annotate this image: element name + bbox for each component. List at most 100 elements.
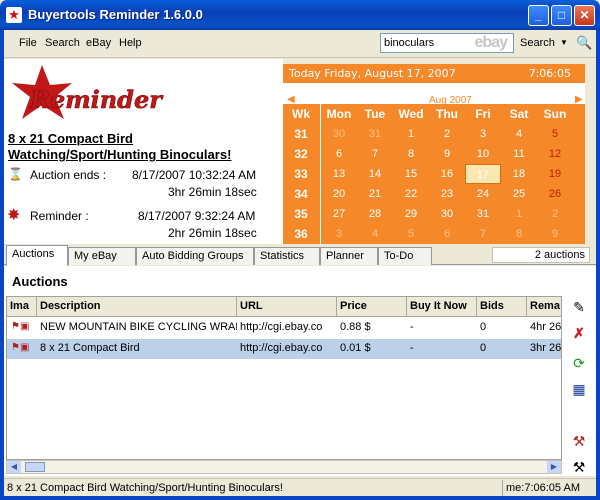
search-value: binoculars xyxy=(384,37,435,49)
menu-file[interactable]: File xyxy=(19,37,37,49)
tab-auctions[interactable]: Auctions xyxy=(6,245,68,266)
calendar-day[interactable]: 27 xyxy=(321,204,357,224)
calendar-day[interactable]: 3 xyxy=(465,124,501,144)
calendar-day[interactable]: 11 xyxy=(501,144,537,164)
horizontal-scrollbar[interactable]: ◀ ▶ xyxy=(6,460,562,474)
calendar-day[interactable]: 13 xyxy=(321,164,357,184)
calendar-day[interactable]: 22 xyxy=(393,184,429,204)
calendar-day[interactable]: 1 xyxy=(501,204,537,224)
column-header-price[interactable]: Price xyxy=(337,297,407,317)
calendar-day[interactable]: 31 xyxy=(465,204,501,224)
status-time: me:7:06:05 AM xyxy=(506,482,580,494)
calendar-day[interactable]: 2 xyxy=(429,124,465,144)
calendar-day[interactable]: 15 xyxy=(393,164,429,184)
calendar-day[interactable]: 9 xyxy=(537,224,573,244)
item-info-panel: Reminder 8 x 21 Compact Bird Watching/Sp… xyxy=(4,59,283,244)
calendar-day[interactable]: 6 xyxy=(429,224,465,244)
search-input[interactable]: binoculars ebay xyxy=(380,33,514,53)
tab-planner[interactable]: Planner xyxy=(320,247,378,265)
calendar-day[interactable]: 4 xyxy=(501,124,537,144)
calendar-day-today[interactable]: 17 xyxy=(465,164,501,184)
tab-to-do[interactable]: To-Do xyxy=(378,247,432,265)
close-button[interactable]: ✕ xyxy=(574,5,595,26)
calendar-day[interactable]: 28 xyxy=(357,204,393,224)
column-header-bids[interactable]: Bids xyxy=(477,297,527,317)
refresh-auction-icon[interactable]: ⟳ xyxy=(567,352,591,374)
cell-bids: 0 xyxy=(480,321,487,333)
calendar-day[interactable]: 9 xyxy=(429,144,465,164)
minimize-button[interactable]: _ xyxy=(528,5,549,26)
calendar-day[interactable]: 24 xyxy=(465,184,501,204)
chevron-down-icon[interactable]: ▼ xyxy=(560,38,568,47)
calendar-today-text[interactable]: Today Friday, August 17, 2007 xyxy=(289,67,456,80)
calendar-day[interactable]: 4 xyxy=(357,224,393,244)
menu-help[interactable]: Help xyxy=(119,37,142,49)
calendar-day[interactable]: 1 xyxy=(393,124,429,144)
calendar-day[interactable]: 6 xyxy=(321,144,357,164)
calendar-day[interactable]: 25 xyxy=(501,184,537,204)
calendar-weekday-header: Mon xyxy=(326,107,352,121)
calendar-day[interactable]: 19 xyxy=(537,164,573,184)
reminder-logo: Reminder xyxy=(12,65,165,119)
calendar-day[interactable]: 26 xyxy=(537,184,573,204)
calendar-day[interactable]: 5 xyxy=(393,224,429,244)
calendar-day[interactable]: 10 xyxy=(465,144,501,164)
cell-url[interactable]: http://cgi.ebay.co xyxy=(237,339,337,359)
calendar-day[interactable]: 7 xyxy=(357,144,393,164)
column-header-description[interactable]: Description xyxy=(37,297,237,317)
scroll-right-icon[interactable]: ▶ xyxy=(547,461,561,473)
calendar-day[interactable]: 31 xyxy=(357,124,393,144)
calendar-week-number: 35 xyxy=(294,207,308,221)
calendar-day[interactable]: 7 xyxy=(465,224,501,244)
calendar-day[interactable]: 20 xyxy=(321,184,357,204)
item-title-link[interactable]: 8 x 21 Compact Bird Watching/Sport/Hunti… xyxy=(8,131,278,163)
maximize-button[interactable]: □ xyxy=(551,5,572,26)
calendar-clock: 7:06:05 xyxy=(528,67,571,80)
cell-price: 0.88 $ xyxy=(340,321,371,333)
calendar-day[interactable]: 8 xyxy=(393,144,429,164)
tab-auto-bidding-groups[interactable]: Auto Bidding Groups xyxy=(136,247,254,265)
snipe-hammer-icon[interactable]: ⚒ xyxy=(567,456,591,478)
calendar-day[interactable]: 8 xyxy=(501,224,537,244)
title-bar[interactable]: ★ Buyertools Reminder 1.6.0.0 _ □ ✕ xyxy=(0,0,600,30)
calendar-day[interactable]: 18 xyxy=(501,164,537,184)
calendar-day[interactable]: 30 xyxy=(321,124,357,144)
column-header-buy-it-now[interactable]: Buy It Now xyxy=(407,297,477,317)
calendar-day[interactable]: 16 xyxy=(429,164,465,184)
edit-auction-icon[interactable]: ✎ xyxy=(567,296,591,318)
tab-statistics[interactable]: Statistics xyxy=(254,247,320,265)
status-bar: 8 x 21 Compact Bird Watching/Sport/Hunti… xyxy=(4,478,596,496)
calendar-day[interactable]: 29 xyxy=(393,204,429,224)
calendar-weekday-header: Wed xyxy=(398,107,424,121)
column-header-remaining[interactable]: Rema xyxy=(527,297,561,317)
cell-url[interactable]: http://cgi.ebay.co xyxy=(237,318,337,338)
calendar-week-number: 36 xyxy=(294,227,308,241)
calendar-day[interactable]: 3 xyxy=(321,224,357,244)
delete-auction-icon[interactable]: ✗ xyxy=(567,322,591,344)
tab-my-ebay[interactable]: My eBay xyxy=(68,247,136,265)
menu-ebay[interactable]: eBay xyxy=(86,37,111,49)
scroll-thumb[interactable] xyxy=(25,462,45,472)
calendar-day[interactable]: 2 xyxy=(537,204,573,224)
calendar-day[interactable]: 14 xyxy=(357,164,393,184)
scroll-left-icon[interactable]: ◀ xyxy=(7,461,21,473)
search-icon[interactable]: 🔍 xyxy=(576,35,592,51)
bid-hammer-icon[interactable]: ⚒ xyxy=(567,430,591,452)
calendar-weekday-header: Thu xyxy=(436,107,458,121)
table-row[interactable]: ⚑▣ NEW MOUNTAIN BIKE CYCLING WRAP http:/… xyxy=(7,318,561,338)
calendar-weekday-header: Tue xyxy=(364,107,386,121)
column-header-image[interactable]: Ima xyxy=(7,297,37,317)
sort-auctions-icon[interactable]: ▦ xyxy=(567,378,591,400)
search-scope-dropdown[interactable]: Search xyxy=(520,37,555,49)
cell-description: 8 x 21 Compact Bird xyxy=(40,342,140,354)
calendar-day[interactable]: 23 xyxy=(429,184,465,204)
window-title: Buyertools Reminder 1.6.0.0 xyxy=(28,7,203,22)
calendar-day[interactable]: 5 xyxy=(537,124,573,144)
menu-search[interactable]: Search xyxy=(45,37,80,49)
calendar-day[interactable]: 21 xyxy=(357,184,393,204)
calendar-day[interactable]: 30 xyxy=(429,204,465,224)
column-header-url[interactable]: URL xyxy=(237,297,337,317)
calendar-day[interactable]: 12 xyxy=(537,144,573,164)
tab-bar: Auctions My eBay Auto Bidding Groups Sta… xyxy=(4,245,596,266)
table-row[interactable]: ⚑▣ 8 x 21 Compact Bird http://cgi.ebay.c… xyxy=(7,339,561,359)
